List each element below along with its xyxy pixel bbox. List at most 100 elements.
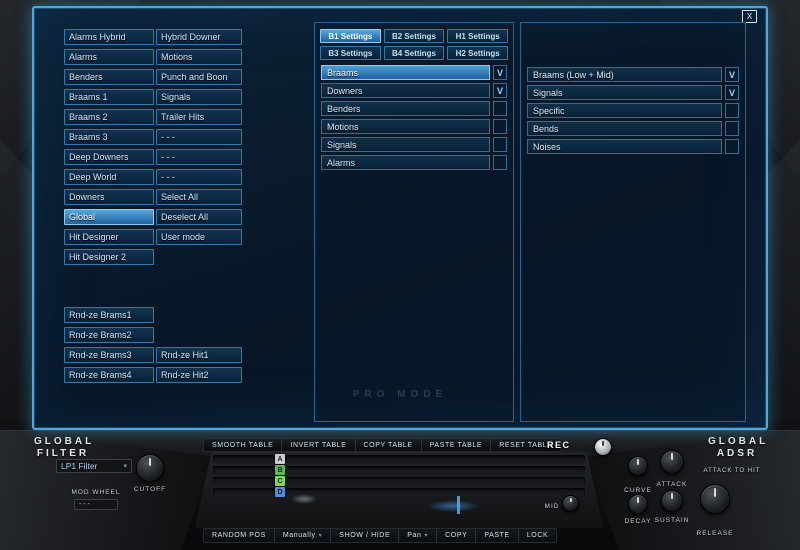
rnd-ze-brams1-button[interactable]: Rnd-ze Brams1: [64, 307, 154, 323]
library-item-braams-3[interactable]: Braams 3: [64, 129, 154, 145]
sustain-knob[interactable]: [661, 490, 683, 512]
library-item-empty-2[interactable]: - - -: [156, 149, 242, 165]
list-item-label[interactable]: Downers: [321, 83, 490, 98]
rnd-ze-brams3-button[interactable]: Rnd-ze Brams3: [64, 347, 154, 363]
rnd-ze-hit1-button[interactable]: Rnd-ze Hit1: [156, 347, 242, 363]
rec-button[interactable]: REC: [547, 440, 571, 450]
list-item-label[interactable]: Motions: [321, 119, 490, 134]
list-item: Braams (Low + Mid) V: [527, 67, 739, 82]
sub-category-list: Braams (Low + Mid) V Signals V Specific …: [527, 67, 739, 154]
table-edit-strip: SMOOTH TABLE INVERT TABLE COPY TABLE PAS…: [203, 438, 562, 452]
list-item-label[interactable]: Braams: [321, 65, 490, 80]
library-item-benders[interactable]: Benders: [64, 69, 154, 85]
checkbox[interactable]: V: [493, 65, 507, 80]
rnd-ze-brams2-button[interactable]: Rnd-ze Brams2: [64, 327, 154, 343]
rnd-ze-brams4-button[interactable]: Rnd-ze Brams4: [64, 367, 154, 383]
checkbox[interactable]: V: [493, 83, 507, 98]
tab-b2-settings[interactable]: B2 Settings: [383, 29, 445, 43]
user-mode-button[interactable]: User mode: [156, 229, 242, 245]
global-adsr-title: GLOBAL ADSR: [708, 436, 766, 460]
checkbox[interactable]: V: [725, 85, 739, 100]
checkbox[interactable]: [493, 155, 507, 170]
library-item-alarms[interactable]: Alarms: [64, 49, 154, 65]
checkbox[interactable]: [493, 137, 507, 152]
list-item-label[interactable]: Signals: [527, 85, 722, 100]
table-row-a[interactable]: A: [213, 454, 585, 464]
tab-b4-settings[interactable]: B4 Settings: [383, 46, 445, 60]
global-adsr-title-line2: ADSR: [716, 448, 758, 459]
paste-button[interactable]: PASTE: [475, 529, 517, 542]
master-knob[interactable]: [594, 438, 612, 456]
tab-h2-settings[interactable]: H2 Settings: [447, 46, 508, 60]
filter-type-dropdown[interactable]: LP1 Filter ▾: [56, 459, 132, 473]
attack-knob[interactable]: [660, 450, 684, 474]
show-hide-button[interactable]: SHOW / HIDE: [330, 529, 398, 542]
library-item-alarms-hybrid[interactable]: Alarms Hybrid: [64, 29, 154, 45]
list-item-label[interactable]: Specific: [527, 103, 722, 118]
table-a-badge[interactable]: A: [275, 454, 285, 464]
tab-b3-settings[interactable]: B3 Settings: [320, 46, 381, 60]
mod-wheel-value[interactable]: - - -: [74, 499, 118, 510]
pan-dropdown[interactable]: Pan ▾: [398, 529, 436, 542]
list-item-label[interactable]: Benders: [321, 101, 490, 116]
mid-label: MID: [544, 503, 560, 510]
checkbox[interactable]: [493, 101, 507, 116]
table-b-badge[interactable]: B: [275, 465, 285, 475]
library-item-deep-downers[interactable]: Deep Downers: [64, 149, 154, 165]
playhead-decoration: [457, 496, 460, 514]
checkbox[interactable]: [493, 119, 507, 134]
tab-b1-settings[interactable]: B1 Settings: [320, 29, 381, 43]
settings-tabs: B1 Settings B2 Settings H1 Settings B3 S…: [320, 29, 508, 60]
library-item-hybrid-downer[interactable]: Hybrid Downer: [156, 29, 242, 45]
paste-table-button[interactable]: PASTE TABLE: [420, 439, 491, 451]
invert-table-button[interactable]: INVERT TABLE: [281, 439, 354, 451]
table-c-badge[interactable]: C: [275, 476, 285, 486]
list-item-label[interactable]: Braams (Low + Mid): [527, 67, 722, 82]
library-item-empty-1[interactable]: - - -: [156, 129, 242, 145]
mode-dropdown[interactable]: Manually ▾: [273, 529, 330, 542]
table-d-badge[interactable]: D: [275, 487, 285, 497]
checkbox[interactable]: [725, 121, 739, 136]
checkbox[interactable]: V: [725, 67, 739, 82]
curve-knob[interactable]: [628, 456, 648, 476]
decay-knob[interactable]: [628, 494, 648, 514]
library-item-motions[interactable]: Motions: [156, 49, 242, 65]
rnd-ze-hit2-button[interactable]: Rnd-ze Hit2: [156, 367, 242, 383]
library-item-hit-designer[interactable]: Hit Designer: [64, 229, 154, 245]
checkbox[interactable]: [725, 103, 739, 118]
checkbox[interactable]: [725, 139, 739, 154]
list-item: Alarms: [321, 155, 507, 170]
library-item-braams-2[interactable]: Braams 2: [64, 109, 154, 125]
table-row-d[interactable]: D: [213, 487, 585, 497]
release-knob[interactable]: [700, 484, 730, 514]
library-item-downers[interactable]: Downers: [64, 189, 154, 205]
library-item-global[interactable]: Global: [64, 209, 154, 225]
library-item-punch-and-boon[interactable]: Punch and Boon: [156, 69, 242, 85]
library-item-deep-world[interactable]: Deep World: [64, 169, 154, 185]
list-item-label[interactable]: Alarms: [321, 155, 490, 170]
lock-button[interactable]: LOCK: [517, 529, 556, 542]
settings-overlay: X Alarms Hybrid Alarms Benders Braams 1 …: [32, 6, 768, 430]
tab-h1-settings[interactable]: H1 Settings: [447, 29, 508, 43]
list-item-label[interactable]: Signals: [321, 137, 490, 152]
library-item-braams-1[interactable]: Braams 1: [64, 89, 154, 105]
mid-knob[interactable]: [562, 495, 579, 512]
table-row-b[interactable]: B: [213, 465, 585, 475]
random-pos-button[interactable]: RANDOM POS: [204, 529, 274, 542]
table-row-c[interactable]: C: [213, 476, 585, 486]
smooth-table-button[interactable]: SMOOTH TABLE: [204, 439, 281, 451]
library-item-trailer-hits[interactable]: Trailer Hits: [156, 109, 242, 125]
list-item-label[interactable]: Bends: [527, 121, 722, 136]
filter-type-value: LP1 Filter: [61, 461, 98, 471]
copy-table-button[interactable]: COPY TABLE: [354, 439, 421, 451]
library-item-hit-designer-2[interactable]: Hit Designer 2: [64, 249, 154, 265]
deselect-all-button[interactable]: Deselect All: [156, 209, 242, 225]
select-all-button[interactable]: Select All: [156, 189, 242, 205]
copy-button[interactable]: COPY: [436, 529, 475, 542]
library-item-empty-3[interactable]: - - -: [156, 169, 242, 185]
library-item-signals[interactable]: Signals: [156, 89, 242, 105]
chevron-down-icon: ▾: [123, 463, 127, 470]
list-item-label[interactable]: Noises: [527, 139, 722, 154]
cutoff-knob[interactable]: [136, 454, 164, 482]
global-adsr-title-line1: GLOBAL: [708, 436, 769, 447]
